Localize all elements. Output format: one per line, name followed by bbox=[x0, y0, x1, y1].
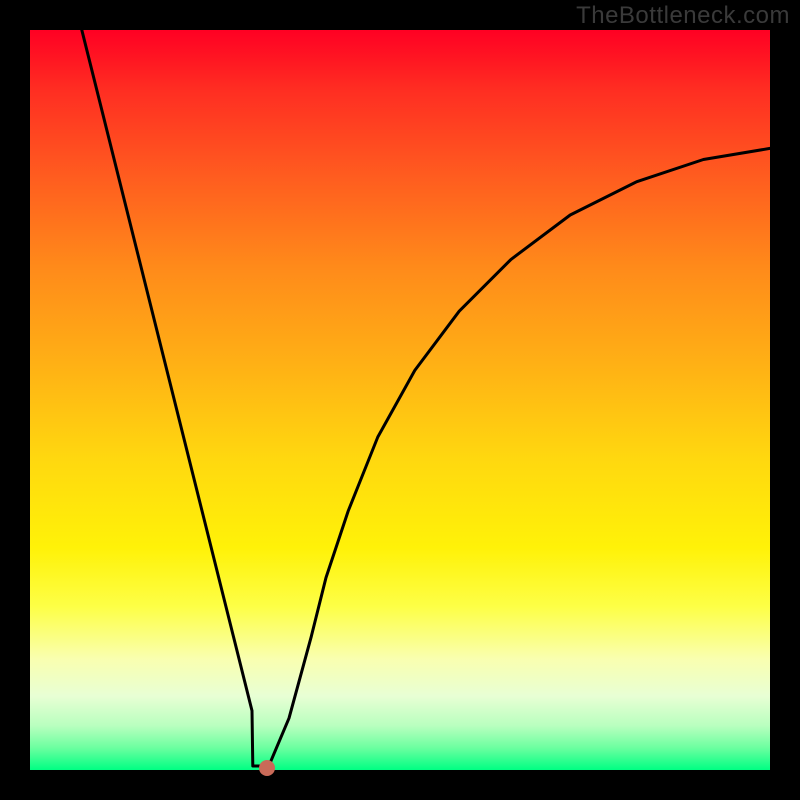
plot-area bbox=[30, 30, 770, 770]
chart-frame: TheBottleneck.com bbox=[0, 0, 800, 800]
watermark-text: TheBottleneck.com bbox=[576, 2, 790, 30]
optimum-marker bbox=[259, 760, 275, 776]
bottleneck-curve bbox=[30, 30, 770, 770]
